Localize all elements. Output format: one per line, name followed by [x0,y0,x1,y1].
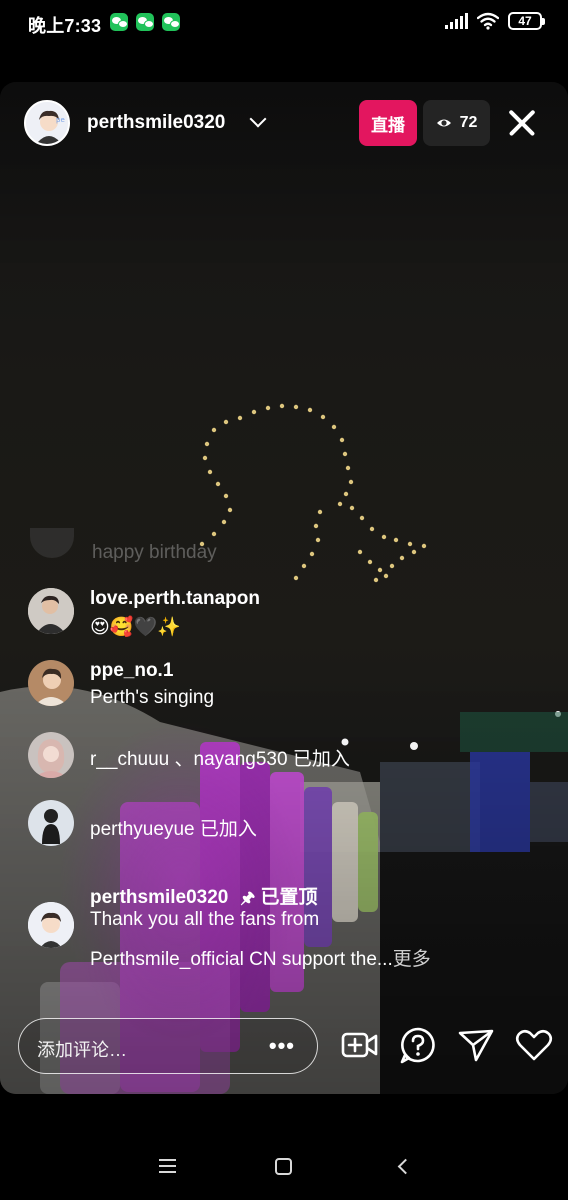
host-avatar[interactable]: pe [24,100,70,146]
wechat-icon [162,13,180,31]
comment-item: love.perth.tanapon 😍🥰🖤✨ [28,586,548,642]
recents-icon[interactable] [159,1159,176,1177]
wechat-icon [110,13,128,31]
pinned-comment[interactable]: perthsmile0320 🖈 已置顶 Thank you all the fa… [28,882,548,972]
comment-username[interactable]: ppe_no.1 [90,660,173,682]
viewer-count-value: 72 [459,114,478,131]
bottom-bar: 添加评论… ••• [0,1015,568,1077]
status-time: 晚上7:33 [28,16,102,36]
join-notice: r__chuuu 、nayang530 已加入 [28,732,548,782]
svg-text:pe: pe [56,116,65,124]
host-username[interactable]: perthsmile0320 [87,112,225,134]
eye-icon [436,119,451,127]
comment-input-placeholder: 添加评论… [37,1040,127,1060]
comment-input[interactable]: 添加评论… ••• [18,1018,318,1074]
battery-level: 47 [518,14,532,28]
avatar [30,528,74,558]
live-badge: 直播 [359,100,417,146]
pinned-label: 已置顶 [260,887,318,908]
avatar[interactable] [28,800,74,846]
comment-feed[interactable]: happy birthday love.perth.tanapon 😍🥰🖤✨ p… [0,528,568,980]
join-text: r__chuuu 、nayang530 已加入 [90,749,350,770]
comment-username[interactable]: love.perth.tanapon [90,588,260,610]
pinned-text-line2: Perthsmile_official CN support the...更多 [90,944,431,971]
status-bar: 晚上7:33 47 [0,0,568,46]
home-icon[interactable] [275,1158,292,1175]
send-icon[interactable] [456,1025,496,1065]
live-header: pe perthsmile0320 直播 72 [0,96,568,152]
more-options-button[interactable]: ••• [269,1033,295,1059]
add-guest-video-icon[interactable] [340,1025,380,1065]
question-icon[interactable] [398,1025,438,1065]
avatar[interactable] [28,732,74,778]
more-link[interactable]: 更多 [393,949,431,970]
comment-username[interactable]: perthsmile0320 [90,887,228,908]
close-icon[interactable] [503,104,541,142]
comment-text: 😍🥰🖤✨ [90,617,181,638]
join-notice: perthyueyue 已加入 [28,800,548,850]
avatar[interactable] [28,902,74,948]
wechat-icon [136,13,154,31]
battery-icon: 47 [508,12,545,30]
comment-item: ppe_no.1 Perth's singing [28,658,548,714]
faded-comment-text: happy birthday [92,542,217,563]
system-nav-bar [0,1120,568,1200]
comment-text: Perth's singing [90,687,215,708]
wifi-icon [477,12,499,30]
back-icon[interactable] [397,1158,414,1175]
avatar[interactable] [28,660,74,706]
join-text: perthyueyue 已加入 [90,819,257,840]
avatar[interactable] [28,588,74,634]
signal-icon [445,13,468,29]
viewer-count[interactable]: 72 [423,100,490,146]
pin-icon: 🖈 [240,890,256,907]
heart-icon[interactable] [514,1025,554,1065]
chevron-down-icon[interactable] [249,110,267,128]
pinned-text-line1: Thank you all the fans from [90,909,320,930]
pinned-text-line2-body: Perthsmile_official CN support the... [90,949,393,970]
